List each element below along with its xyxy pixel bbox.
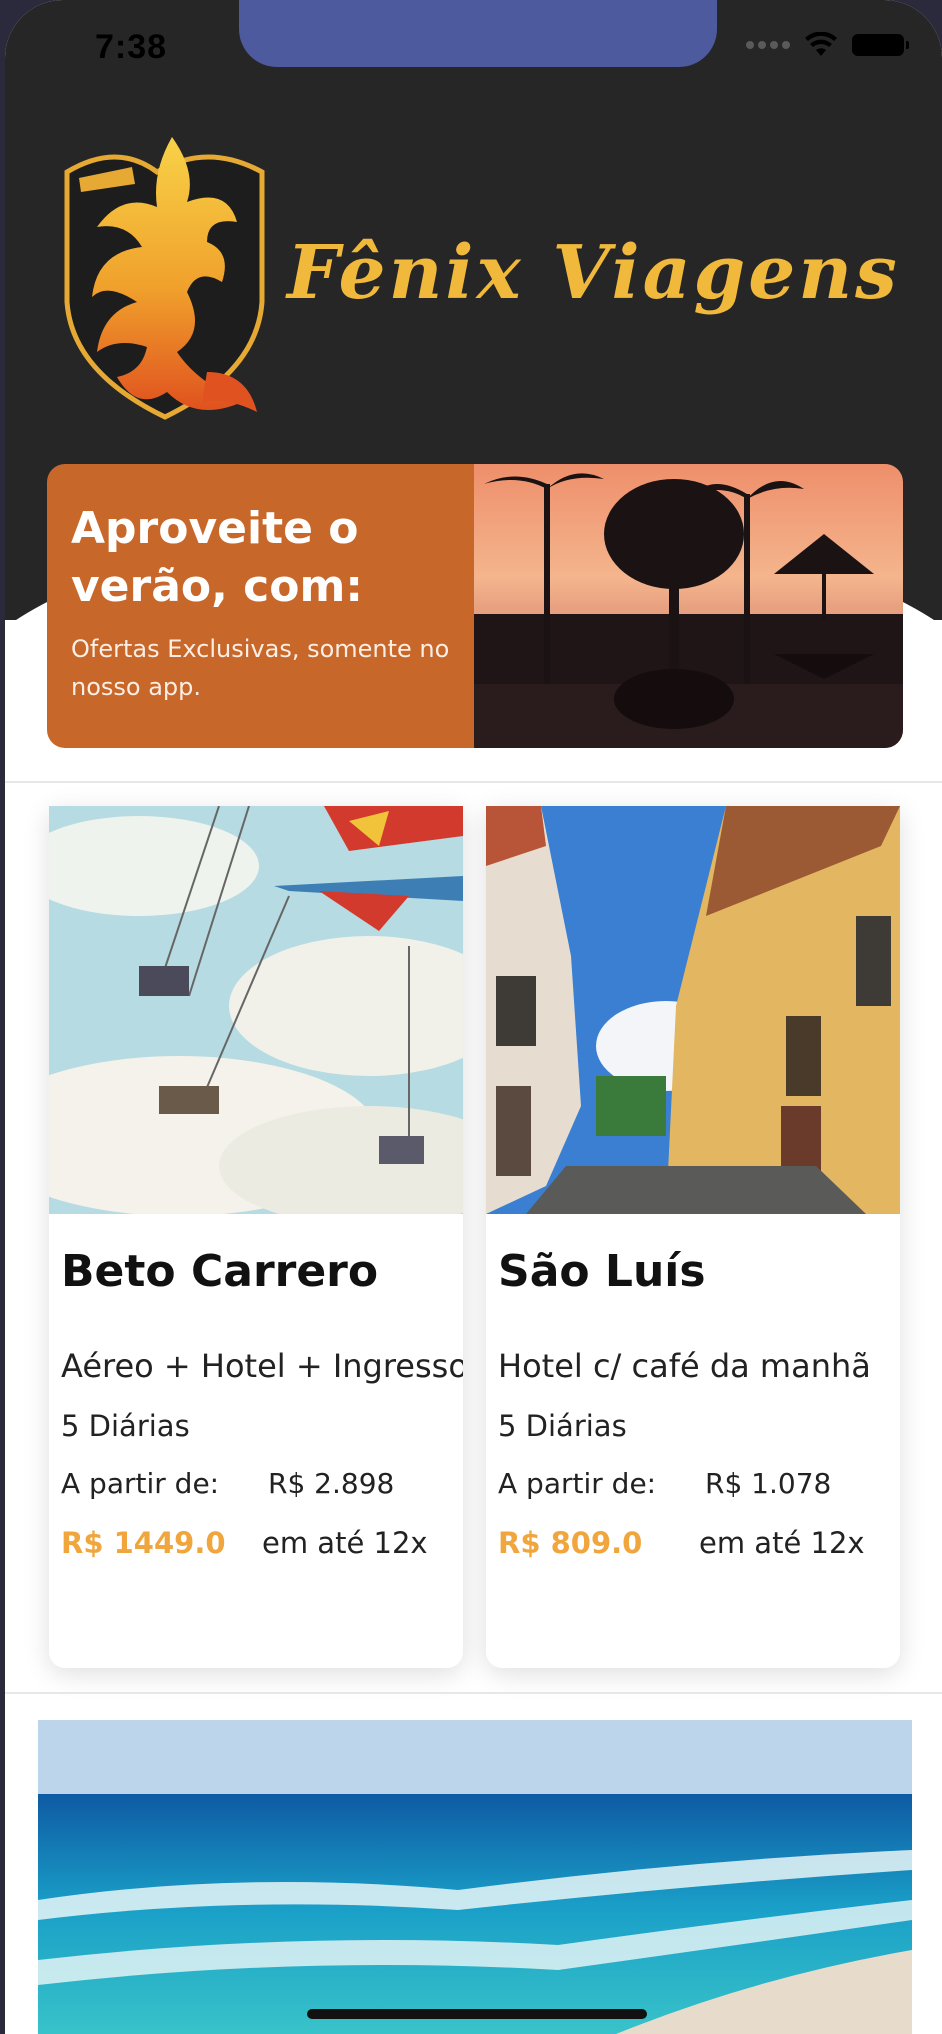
offer-days: 5 Diárias [61,1409,190,1443]
from-label: A partir de: [498,1467,657,1500]
wifi-icon [805,32,837,56]
offer-package: Hotel c/ café da manhã [498,1347,871,1385]
from-label: A partir de: [61,1467,220,1500]
promo-price-row: R$ 1449.0 em até 12x [61,1526,451,1560]
original-price: R$ 1.078 [705,1467,832,1500]
original-price-row: A partir de: R$ 2.898 [61,1467,451,1500]
promo-price: R$ 1449.0 [61,1526,226,1560]
promo-banner[interactable]: Aproveite o verão, com: Ofertas Exclusiv… [47,464,903,748]
section-divider [5,1692,942,1694]
sunset-beach-image [474,464,903,748]
fenix-logo-icon [64,137,265,420]
promo-title: Aproveite o verão, com: [71,503,363,612]
device-notch [239,0,717,67]
offer-title: São Luís [498,1246,706,1297]
offer-card-body: Beto Carrero Aéreo + Hotel + Ingresso 5 … [49,1218,463,1560]
promo-text-panel: Aproveite o verão, com: Ofertas Exclusiv… [47,464,474,748]
amusement-swing-image [49,806,463,1226]
original-price-row: A partir de: R$ 1.078 [498,1467,888,1500]
battery-icon [852,34,909,56]
cellular-signal-icon [746,41,790,49]
original-price: R$ 2.898 [268,1467,395,1500]
promo-price-row: R$ 809.0 em até 12x [498,1526,888,1560]
offer-card-sao-luis[interactable]: São Luís Hotel c/ café da manhã 5 Diária… [486,806,900,1668]
offer-days: 5 Diárias [498,1409,627,1443]
installments-label: em até 12x [262,1526,428,1560]
brand-title: Fênix Viagens [287,230,900,316]
section-divider [5,781,942,783]
beach-ocean-image[interactable] [38,1720,912,2034]
offer-card-body: São Luís Hotel c/ café da manhã 5 Diária… [486,1218,900,1560]
promo-price: R$ 809.0 [498,1526,643,1560]
offer-card-beto-carrero[interactable]: Beto Carrero Aéreo + Hotel + Ingresso 5 … [49,806,463,1668]
status-time: 7:38 [95,28,168,66]
home-indicator[interactable] [307,2009,647,2019]
status-icons [746,32,909,58]
colonial-street-image [486,806,900,1214]
installments-label: em até 12x [699,1526,865,1560]
app-screen: 7:38 Fênix Viagens Aproveite o verão, co… [5,0,942,2034]
offer-title: Beto Carrero [61,1246,379,1297]
promo-subtitle: Ofertas Exclusivas, somente no nosso app… [71,635,450,701]
offer-package: Aéreo + Hotel + Ingresso [61,1347,463,1385]
